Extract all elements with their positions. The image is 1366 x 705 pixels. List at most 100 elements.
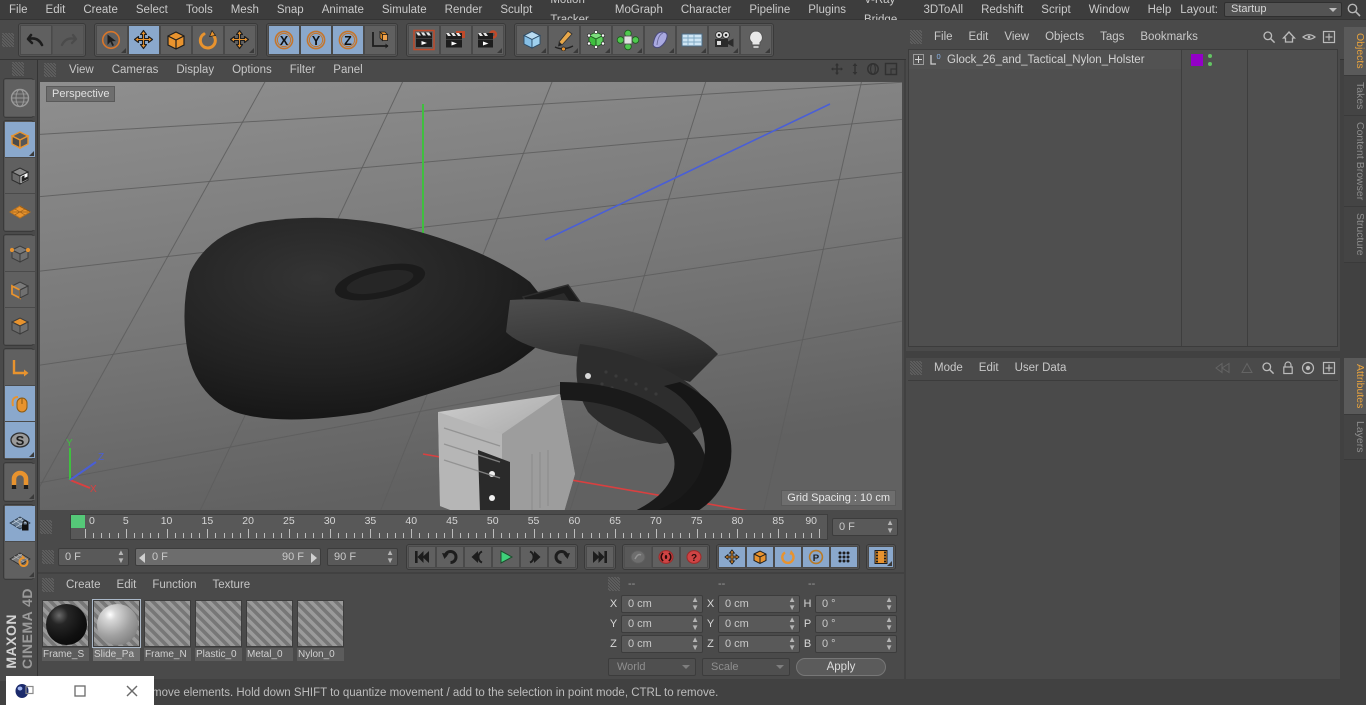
render-settings-button[interactable] [472, 24, 504, 55]
attributes-menu-edit[interactable]: Edit [971, 358, 1007, 378]
autokeying-button[interactable] [651, 546, 680, 568]
enable-snapping-button[interactable] [5, 464, 35, 500]
attributes-menu-user-data[interactable]: User Data [1007, 358, 1075, 378]
object-tree-row[interactable]: 0 Glock_26_and_Tactical_Nylon_Holster [909, 50, 1181, 69]
menu-item-character[interactable]: Character [672, 0, 741, 20]
viewport-menu-view[interactable]: View [60, 60, 103, 80]
menu-item-file[interactable]: File [0, 0, 37, 20]
size-x-field[interactable]: 0 cm ▲ ▼ [718, 595, 800, 613]
menu-item-snap[interactable]: Snap [268, 0, 313, 20]
current-frame-field[interactable]: 0 F ▲ ▼ [58, 548, 129, 566]
record-active-objects-button[interactable] [623, 546, 652, 568]
timeline-filmstrip-button[interactable] [867, 546, 894, 568]
model-mode-button[interactable] [5, 122, 35, 158]
tab-structure[interactable]: Structure [1344, 207, 1366, 263]
target-icon[interactable] [1301, 361, 1315, 378]
play-forward-button[interactable] [491, 546, 520, 568]
add-spline-button[interactable] [548, 24, 580, 55]
new-layout-icon[interactable] [1322, 361, 1336, 378]
history-back-icon[interactable] [1215, 362, 1233, 377]
material-item[interactable]: Frame_S [42, 600, 89, 661]
menu-item-pipeline[interactable]: Pipeline [740, 0, 799, 20]
spinner-icon[interactable]: ▲ ▼ [885, 596, 893, 612]
menu-item-help[interactable]: Help [1139, 0, 1181, 20]
material-tag-icon[interactable] [1191, 53, 1203, 66]
size-z-field[interactable]: 0 cm ▲ ▼ [718, 635, 800, 653]
viewport-menu-panel[interactable]: Panel [324, 60, 371, 80]
viewport-gripper[interactable] [44, 63, 56, 77]
eye-icon[interactable] [1301, 30, 1317, 47]
soft-selection-button[interactable]: S [5, 422, 35, 458]
tab-takes[interactable]: Takes [1344, 75, 1366, 117]
material-preview[interactable] [144, 600, 191, 647]
position-y-field[interactable]: 0 cm ▲ ▼ [621, 615, 703, 633]
current-frame-marker[interactable] [71, 515, 85, 528]
attributes-gripper[interactable] [910, 361, 922, 375]
menu-item-plugins[interactable]: Plugins [799, 0, 855, 20]
move-dynamic-tool[interactable] [224, 24, 256, 55]
position-x-field[interactable]: 0 cm ▲ ▼ [621, 595, 703, 613]
history-forward-icon[interactable] [1240, 362, 1254, 377]
orbit-icon[interactable] [866, 62, 880, 76]
size-y-field[interactable]: 0 cm ▲ ▼ [718, 615, 800, 633]
viewport-menu-filter[interactable]: Filter [281, 60, 325, 80]
close-icon[interactable] [114, 676, 150, 705]
record-rotation-button[interactable] [773, 546, 802, 568]
menu-item-3dtoall[interactable]: 3DToAll [914, 0, 972, 20]
add-camera-button[interactable] [708, 24, 740, 55]
texture-mode-button[interactable] [5, 158, 35, 194]
tab-attributes[interactable]: Attributes [1344, 358, 1366, 416]
add-deformer-button[interactable] [644, 24, 676, 55]
lock-x-axis-button[interactable]: X [268, 24, 300, 55]
object-menu-bookmarks[interactable]: Bookmarks [1132, 27, 1206, 47]
move-tool[interactable] [128, 24, 160, 55]
spinner-icon[interactable]: ▲ ▼ [691, 596, 699, 612]
record-parameter-button[interactable] [829, 546, 858, 568]
material-item[interactable]: Frame_N [144, 600, 191, 661]
lock-z-axis-button[interactable]: Z [332, 24, 364, 55]
world-object-coordinate-button[interactable] [364, 24, 396, 55]
material-gripper[interactable] [42, 578, 54, 592]
go-to-end-button[interactable] [585, 546, 614, 568]
material-item[interactable]: Slide_Pa [92, 599, 141, 661]
search-icon[interactable] [1346, 2, 1362, 18]
material-menu-texture[interactable]: Texture [204, 574, 258, 596]
spinner-icon[interactable]: ▲ ▼ [788, 616, 796, 632]
3d-viewport[interactable]: Perspective Grid Spacing : 10 cm Y X Z [40, 82, 902, 510]
toolbar-gripper[interactable] [2, 32, 14, 47]
tab-layers[interactable]: Layers [1344, 415, 1366, 460]
position-z-field[interactable]: 0 cm ▲ ▼ [621, 635, 703, 653]
rotation-p-field[interactable]: 0 ° ▲ ▼ [815, 615, 897, 633]
spinner-icon[interactable]: ▲ ▼ [117, 549, 125, 565]
search-icon[interactable] [1262, 30, 1276, 47]
menu-item-window[interactable]: Window [1080, 0, 1139, 20]
menu-item-mograph[interactable]: MoGraph [606, 0, 672, 20]
spinner-icon[interactable]: ▲ ▼ [886, 519, 894, 535]
render-to-picture-viewer-button[interactable] [440, 24, 472, 55]
material-preview[interactable] [92, 599, 141, 648]
tab-content-browser[interactable]: Content Browser [1344, 116, 1366, 208]
new-layout-icon[interactable] [1322, 30, 1336, 47]
menu-item-select[interactable]: Select [127, 0, 177, 20]
material-item[interactable]: Metal_0 [246, 600, 293, 661]
timeline-gripper[interactable] [40, 520, 52, 534]
object-menu-objects[interactable]: Objects [1037, 27, 1092, 47]
visibility-dots-icon[interactable] [1208, 53, 1212, 66]
live-selection-tool[interactable] [96, 24, 128, 55]
object-menu-tags[interactable]: Tags [1092, 27, 1132, 47]
menu-item-simulate[interactable]: Simulate [373, 0, 436, 20]
layout-dropdown[interactable]: Startup [1224, 2, 1342, 17]
add-array-button[interactable] [612, 24, 644, 55]
apply-button[interactable]: Apply [796, 658, 886, 676]
rotation-h-field[interactable]: 0 ° ▲ ▼ [815, 595, 897, 613]
lock-icon[interactable] [1282, 361, 1294, 378]
object-tree[interactable]: 0 Glock_26_and_Tactical_Nylon_Holster [908, 49, 1338, 347]
material-preview[interactable] [246, 600, 293, 647]
edges-mode-button[interactable] [5, 272, 35, 308]
maximize-viewport-icon[interactable] [884, 62, 898, 76]
keyframe-selection-button[interactable]: ? [679, 546, 708, 568]
menu-item-render[interactable]: Render [436, 0, 492, 20]
object-axis-mode-button[interactable] [5, 350, 35, 386]
record-scale-button[interactable] [745, 546, 774, 568]
record-pla-button[interactable]: P [801, 546, 830, 568]
